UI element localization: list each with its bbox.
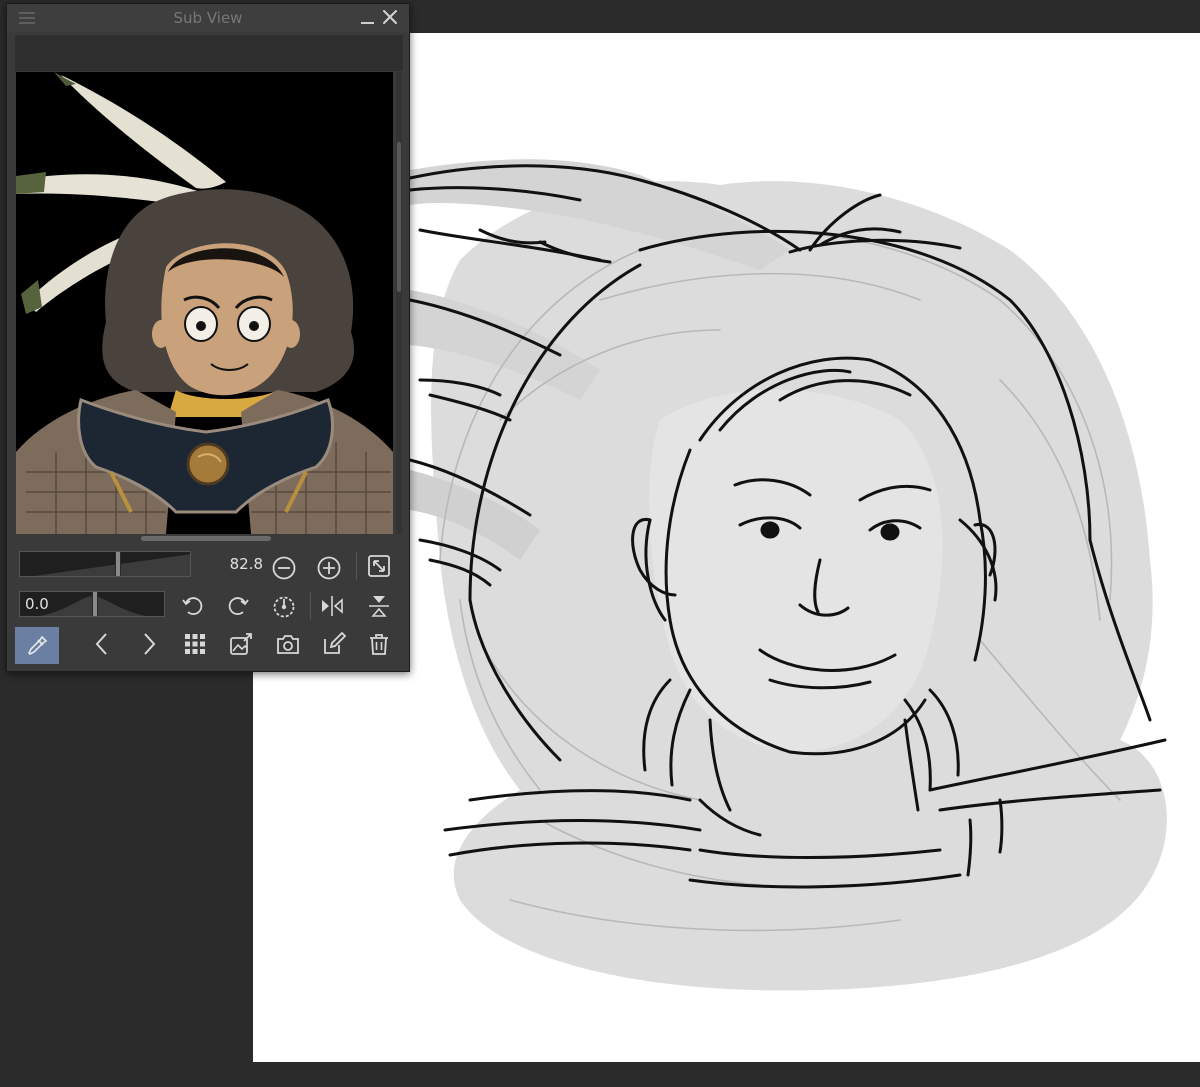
zoom-slider-handle[interactable]	[115, 552, 121, 576]
rotation-slider[interactable]: 0.0	[19, 591, 165, 617]
rotate-right-icon[interactable]	[223, 591, 253, 621]
zoom-value: 82.8	[229, 555, 263, 573]
horizontal-scrollbar[interactable]	[16, 535, 393, 542]
sub-view-panel[interactable]: Sub View 82.8 0.0	[6, 3, 410, 672]
rotation-slider-handle[interactable]	[92, 592, 98, 616]
reference-image[interactable]	[16, 72, 393, 534]
eyedropper-icon	[28, 635, 48, 655]
rotate-left-icon[interactable]	[178, 591, 208, 621]
rotation-value: 0.0	[25, 595, 49, 613]
panel-title: Sub View	[173, 9, 243, 27]
fit-to-window-icon[interactable]	[364, 551, 394, 581]
grid-icon[interactable]	[180, 629, 210, 659]
flip-vertical-icon[interactable]	[364, 591, 394, 621]
eyedropper-button[interactable]	[15, 627, 59, 664]
camera-icon[interactable]	[273, 629, 303, 659]
reference-tab-bar	[15, 35, 403, 71]
zoom-in-icon[interactable]	[314, 553, 344, 583]
import-image-icon[interactable]	[226, 629, 256, 659]
zoom-slider[interactable]	[19, 551, 191, 577]
reset-rotation-icon[interactable]	[269, 591, 299, 621]
close-icon[interactable]	[381, 8, 399, 26]
reference-illustration	[16, 72, 393, 534]
vertical-scrollbar[interactable]	[396, 72, 402, 534]
chevron-right-icon[interactable]	[134, 629, 164, 659]
chevron-left-icon[interactable]	[87, 629, 117, 659]
trash-icon[interactable]	[364, 629, 394, 659]
edit-icon[interactable]	[319, 629, 349, 659]
minimize-icon[interactable]	[359, 8, 377, 26]
zoom-out-icon[interactable]	[269, 553, 299, 583]
panel-titlebar[interactable]: Sub View	[7, 4, 409, 32]
flip-horizontal-icon[interactable]	[317, 591, 347, 621]
